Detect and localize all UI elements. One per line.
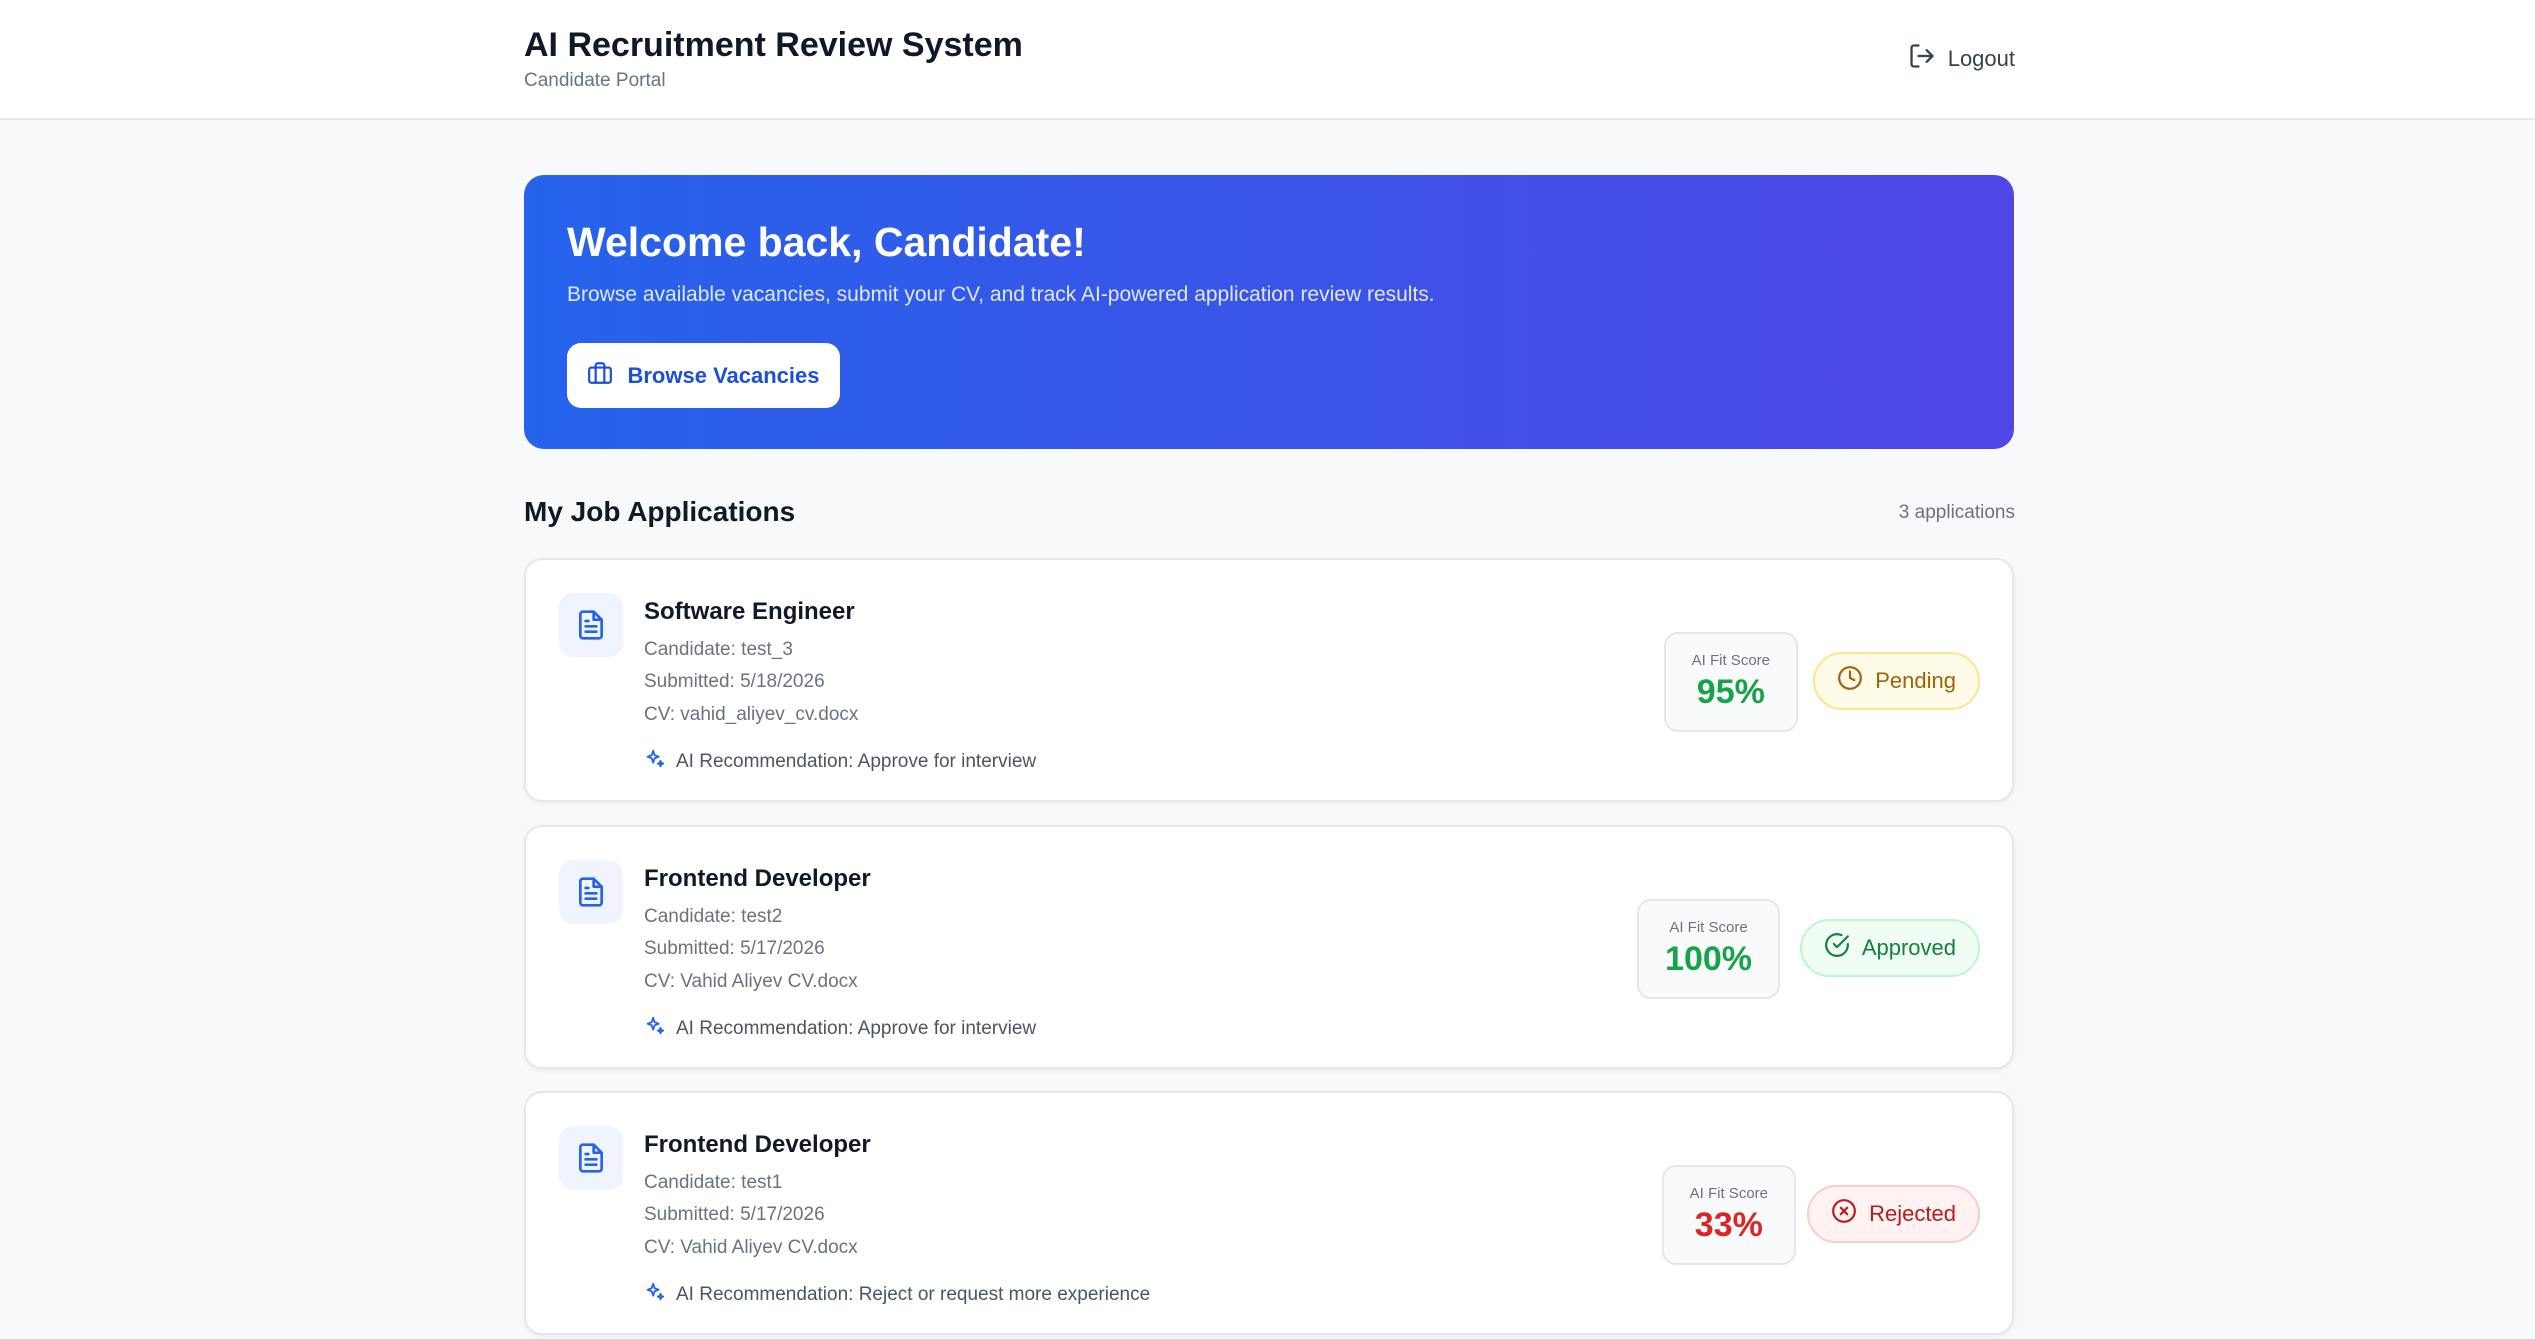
status-badge: Approved [1799, 919, 1980, 977]
application-card[interactable]: Software Engineer Candidate: test_3 Subm… [524, 558, 2014, 802]
logout-label: Logout [1947, 46, 2015, 71]
cv-filename: CV: Vahid Aliyev CV.docx [644, 971, 858, 992]
recommendation-text: AI Recommendation: Approve for interview [676, 751, 1037, 772]
candidate-name: Candidate: test2 [644, 906, 783, 927]
status-label: Pending [1875, 668, 1956, 693]
welcome-text: Browse available vacancies, submit your … [567, 283, 1435, 306]
check-circle-icon [1824, 932, 1850, 964]
x-circle-icon [1831, 1198, 1857, 1230]
score-label: AI Fit Score [1691, 652, 1770, 669]
cv-filename: CV: vahid_aliyev_cv.docx [644, 704, 859, 725]
submitted-date: Submitted: 5/17/2026 [644, 938, 825, 959]
ai-recommendation: AI Recommendation: Approve for interview [644, 748, 1036, 776]
status-label: Rejected [1869, 1201, 1956, 1226]
clock-icon [1837, 665, 1863, 697]
score-label: AI Fit Score [1689, 1185, 1768, 1202]
briefcase-icon [587, 360, 613, 392]
applications-heading: My Job Applications [524, 496, 796, 527]
score-value: 33% [1694, 1206, 1763, 1244]
browse-vacancies-button[interactable]: Browse Vacancies [567, 343, 840, 408]
logout-button[interactable]: Logout [1908, 42, 2015, 76]
welcome-banner: Welcome back, Candidate! Browse availabl… [524, 175, 2014, 449]
status-label: Approved [1861, 935, 1956, 960]
status-badge: Pending [1813, 652, 1980, 710]
candidate-name: Candidate: test_3 [644, 639, 793, 660]
score-value: 100% [1665, 940, 1752, 978]
ai-fit-score: AI Fit Score 95% [1663, 632, 1798, 732]
recommendation-text: AI Recommendation: Reject or request mor… [676, 1284, 1151, 1305]
sparkles-icon [644, 1281, 666, 1309]
job-title: Software Engineer [644, 598, 855, 625]
app-title: AI Recruitment Review System [524, 26, 1023, 64]
ai-fit-score: AI Fit Score 33% [1661, 1165, 1796, 1265]
applications-count: 3 applications [1898, 502, 2015, 523]
document-icon [559, 1126, 623, 1190]
welcome-title: Welcome back, Candidate! [567, 219, 1086, 265]
status-badge: Rejected [1807, 1185, 1980, 1243]
job-title: Frontend Developer [644, 865, 871, 892]
score-label: AI Fit Score [1669, 919, 1748, 936]
logout-icon [1908, 42, 1936, 76]
cv-filename: CV: Vahid Aliyev CV.docx [644, 1237, 858, 1258]
application-card[interactable]: Frontend Developer Candidate: test1 Subm… [524, 1091, 2014, 1335]
recommendation-text: AI Recommendation: Approve for interview [676, 1018, 1037, 1039]
ai-recommendation: AI Recommendation: Reject or request mor… [644, 1281, 1150, 1309]
sparkles-icon [644, 1015, 666, 1043]
score-value: 95% [1696, 673, 1765, 711]
document-icon [559, 593, 623, 657]
ai-fit-score: AI Fit Score 100% [1637, 899, 1780, 999]
submitted-date: Submitted: 5/18/2026 [644, 671, 825, 692]
sparkles-icon [644, 748, 666, 776]
job-title: Frontend Developer [644, 1131, 871, 1158]
document-icon [559, 860, 623, 924]
browse-vacancies-label: Browse Vacancies [627, 362, 820, 388]
ai-recommendation: AI Recommendation: Approve for interview [644, 1015, 1036, 1043]
application-card[interactable]: Frontend Developer Candidate: test2 Subm… [524, 825, 2014, 1069]
top-bar: AI Recruitment Review System Candidate P… [0, 0, 2535, 120]
app-subtitle: Candidate Portal [524, 70, 666, 91]
candidate-name: Candidate: test1 [644, 1172, 783, 1193]
submitted-date: Submitted: 5/17/2026 [644, 1204, 825, 1225]
